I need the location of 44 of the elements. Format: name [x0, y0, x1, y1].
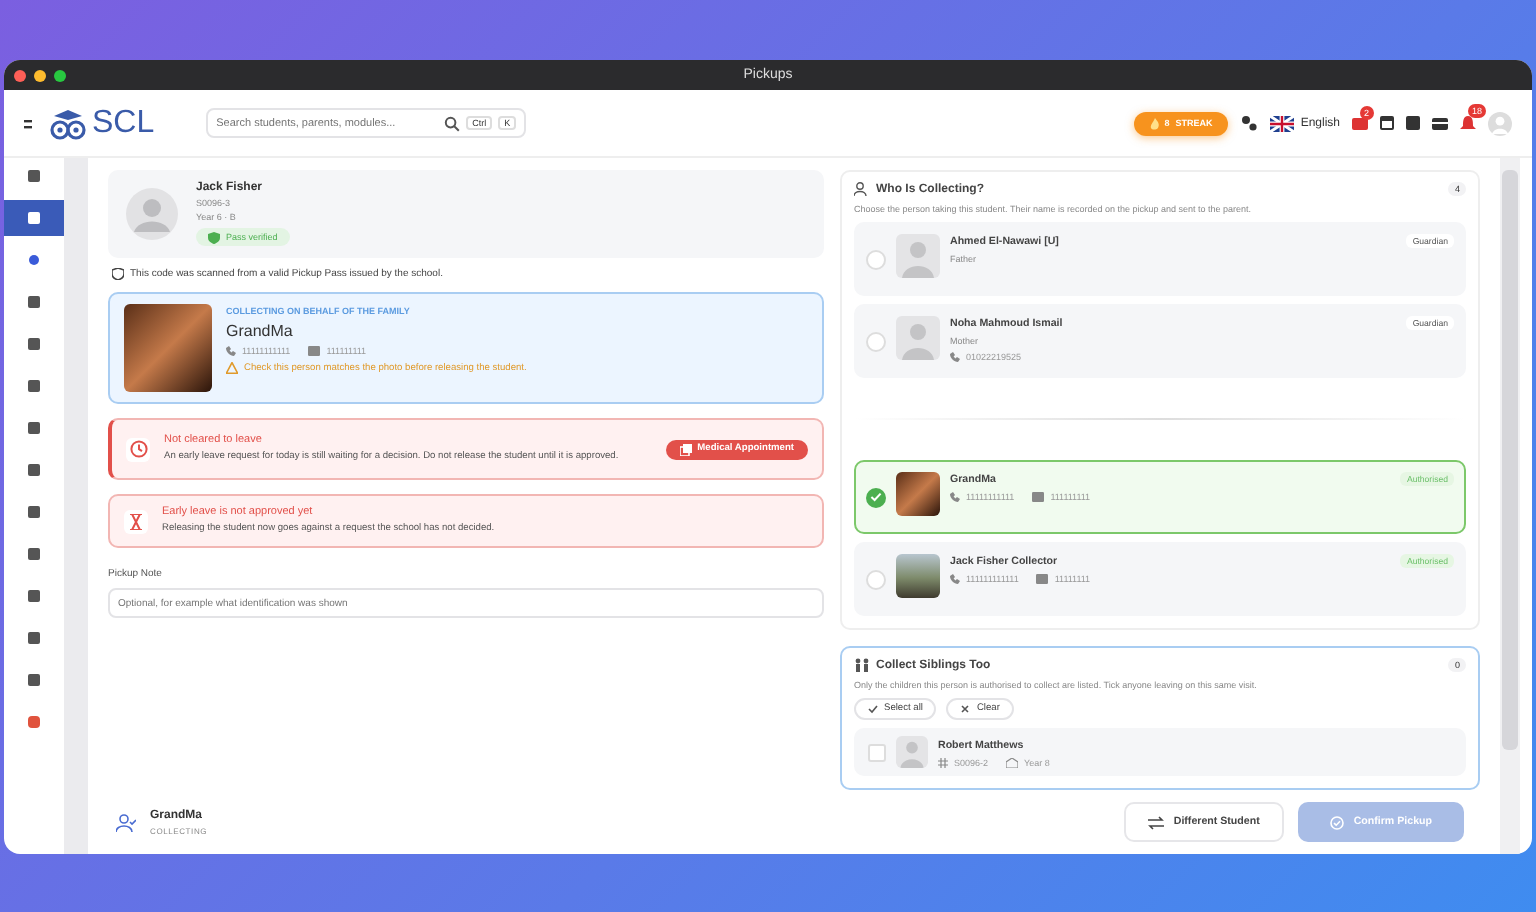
shield-check-icon [112, 268, 124, 280]
photo-placeholder [896, 554, 940, 598]
owl-logo-icon [48, 107, 88, 139]
check-icon [868, 704, 878, 714]
check-circle-icon [1329, 815, 1344, 829]
id-card-icon [308, 346, 321, 356]
collector-name: GrandMa [226, 322, 295, 340]
scrollbar-thumb[interactable] [1502, 170, 1518, 750]
hash-icon [938, 757, 948, 767]
avatar-icon [896, 736, 928, 768]
hourglass-icon [130, 513, 142, 530]
sidebar-item[interactable] [4, 200, 64, 236]
bell-icon[interactable] [1460, 115, 1476, 131]
card-icon[interactable] [1432, 117, 1448, 129]
zoom-light[interactable] [54, 69, 66, 81]
shield-check-icon [208, 231, 220, 243]
logo-text: SCL [92, 105, 155, 141]
photo-placeholder [896, 472, 940, 516]
menu-icon[interactable] [20, 115, 36, 131]
copy-icon [679, 443, 692, 456]
dot-icon [26, 252, 42, 268]
check-icon [870, 492, 882, 502]
photo-placeholder [124, 304, 212, 392]
id-card-icon [1032, 492, 1045, 502]
warning-icon [226, 362, 238, 374]
close-light[interactable] [14, 69, 26, 81]
avatar-icon [126, 188, 178, 240]
checkbox[interactable] [868, 743, 886, 761]
flag-icon [1270, 115, 1295, 131]
calendar-icon[interactable] [1380, 116, 1394, 130]
person-check-icon [116, 813, 136, 831]
siblings-icon [854, 658, 870, 672]
id-card-icon [1036, 574, 1049, 584]
clock-icon [129, 440, 147, 459]
search-icon [444, 115, 461, 131]
avatar-icon [896, 234, 940, 278]
avatar-icon [896, 316, 940, 360]
people-icon [854, 182, 870, 196]
close-icon [960, 704, 971, 714]
minimize-light[interactable] [34, 69, 46, 81]
radio-button[interactable] [866, 487, 886, 507]
flame-icon [1150, 117, 1161, 129]
mail-icon[interactable] [1352, 117, 1368, 129]
school-icon [1006, 757, 1019, 767]
